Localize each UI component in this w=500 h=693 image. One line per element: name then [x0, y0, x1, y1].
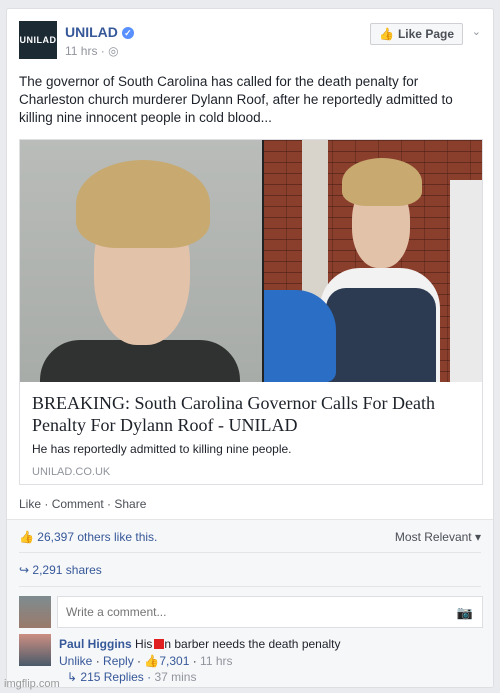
- comment-like-icon: 👍: [144, 654, 160, 668]
- share-action[interactable]: Share: [114, 497, 146, 511]
- comment-body: Paul Higgins His n barber needs the death…: [59, 637, 341, 668]
- chevron-down-icon[interactable]: ⌄: [472, 25, 481, 38]
- page-name-text[interactable]: UNILAD: [65, 24, 118, 40]
- globe-icon: ◎: [108, 44, 119, 58]
- current-user-avatar: [19, 596, 51, 628]
- comment-composer: 📷: [19, 596, 483, 628]
- page-avatar[interactable]: UNILAD: [19, 21, 57, 59]
- shares-count[interactable]: 2,291 shares: [32, 563, 101, 577]
- attachment-photos[interactable]: [20, 140, 482, 382]
- link-info[interactable]: BREAKING: South Carolina Governor Calls …: [20, 382, 482, 488]
- thumbs-up-icon: 👍: [379, 27, 394, 41]
- commenter-avatar[interactable]: [19, 634, 51, 666]
- share-arrow-icon: ↪: [19, 563, 30, 577]
- replies-count[interactable]: 215 Replies: [80, 670, 143, 684]
- like-thumb-icon: 👍: [19, 530, 34, 544]
- likes-count[interactable]: 26,397 others like this.: [37, 530, 157, 544]
- page-name-link[interactable]: UNILAD ✓: [65, 24, 134, 40]
- link-domain: UNILAD.CO.UK: [32, 466, 111, 478]
- likes-row: 👍 26,397 others like this. Most Relevant…: [19, 530, 481, 544]
- sort-label: Most Relevant: [394, 530, 472, 544]
- link-title[interactable]: BREAKING: South Carolina Governor Calls …: [32, 392, 470, 436]
- dropdown-arrow-icon: ▾: [474, 530, 481, 544]
- post-meta: 11 hrs · ◎: [65, 44, 119, 58]
- comment-likes[interactable]: 7,301: [159, 654, 189, 668]
- mugshot-photo: [20, 140, 262, 382]
- comment-time[interactable]: 11 hrs: [200, 654, 232, 668]
- comment-text-end: n barber needs the death penalty: [164, 637, 341, 651]
- most-relevant-dropdown[interactable]: Most Relevant ▾: [395, 530, 481, 544]
- replies-time: 37 mins: [154, 670, 197, 684]
- link-description: He has reportedly admitted to killing ni…: [32, 442, 292, 456]
- post-footer: 👍 26,397 others like this. Most Relevant…: [7, 519, 493, 687]
- camera-icon[interactable]: 📷: [457, 605, 473, 621]
- commenter-name[interactable]: Paul Higgins: [59, 637, 132, 651]
- like-page-button[interactable]: 👍 Like Page: [370, 23, 463, 45]
- comment-input[interactable]: [57, 596, 483, 628]
- reply-arrow-icon: ↳: [67, 670, 78, 684]
- unlike-link[interactable]: Unlike: [59, 654, 92, 668]
- post-actions: Like · Comment · Share: [19, 497, 147, 511]
- post-text: The governor of South Carolina has calle…: [19, 74, 453, 125]
- comment-action[interactable]: Comment: [52, 497, 104, 511]
- shares-row: ↪ 2,291 shares: [19, 563, 481, 577]
- avatar-logo-text: UNILAD: [19, 35, 57, 45]
- replies-link[interactable]: ↳ 215 Replies · 37 mins: [67, 670, 196, 684]
- verified-icon: ✓: [121, 27, 134, 39]
- reply-link[interactable]: Reply: [103, 654, 134, 668]
- like-page-label: Like Page: [397, 27, 454, 41]
- like-action[interactable]: Like: [19, 497, 41, 511]
- post-card: UNILAD UNILAD ✓ 11 hrs · ◎ 👍 Like Page ⌄ T…: [6, 8, 494, 688]
- arrest-photo: [262, 140, 482, 382]
- redaction-mark: [154, 639, 165, 649]
- post-header: UNILAD UNILAD ✓ 11 hrs · ◎ 👍 Like Page ⌄: [19, 21, 481, 65]
- link-attachment[interactable]: BREAKING: South Carolina Governor Calls …: [19, 139, 483, 485]
- comment-text-start: His: [135, 637, 153, 651]
- imgflip-watermark: imgflip.com: [4, 678, 60, 690]
- post-time[interactable]: 11 hrs: [65, 44, 97, 58]
